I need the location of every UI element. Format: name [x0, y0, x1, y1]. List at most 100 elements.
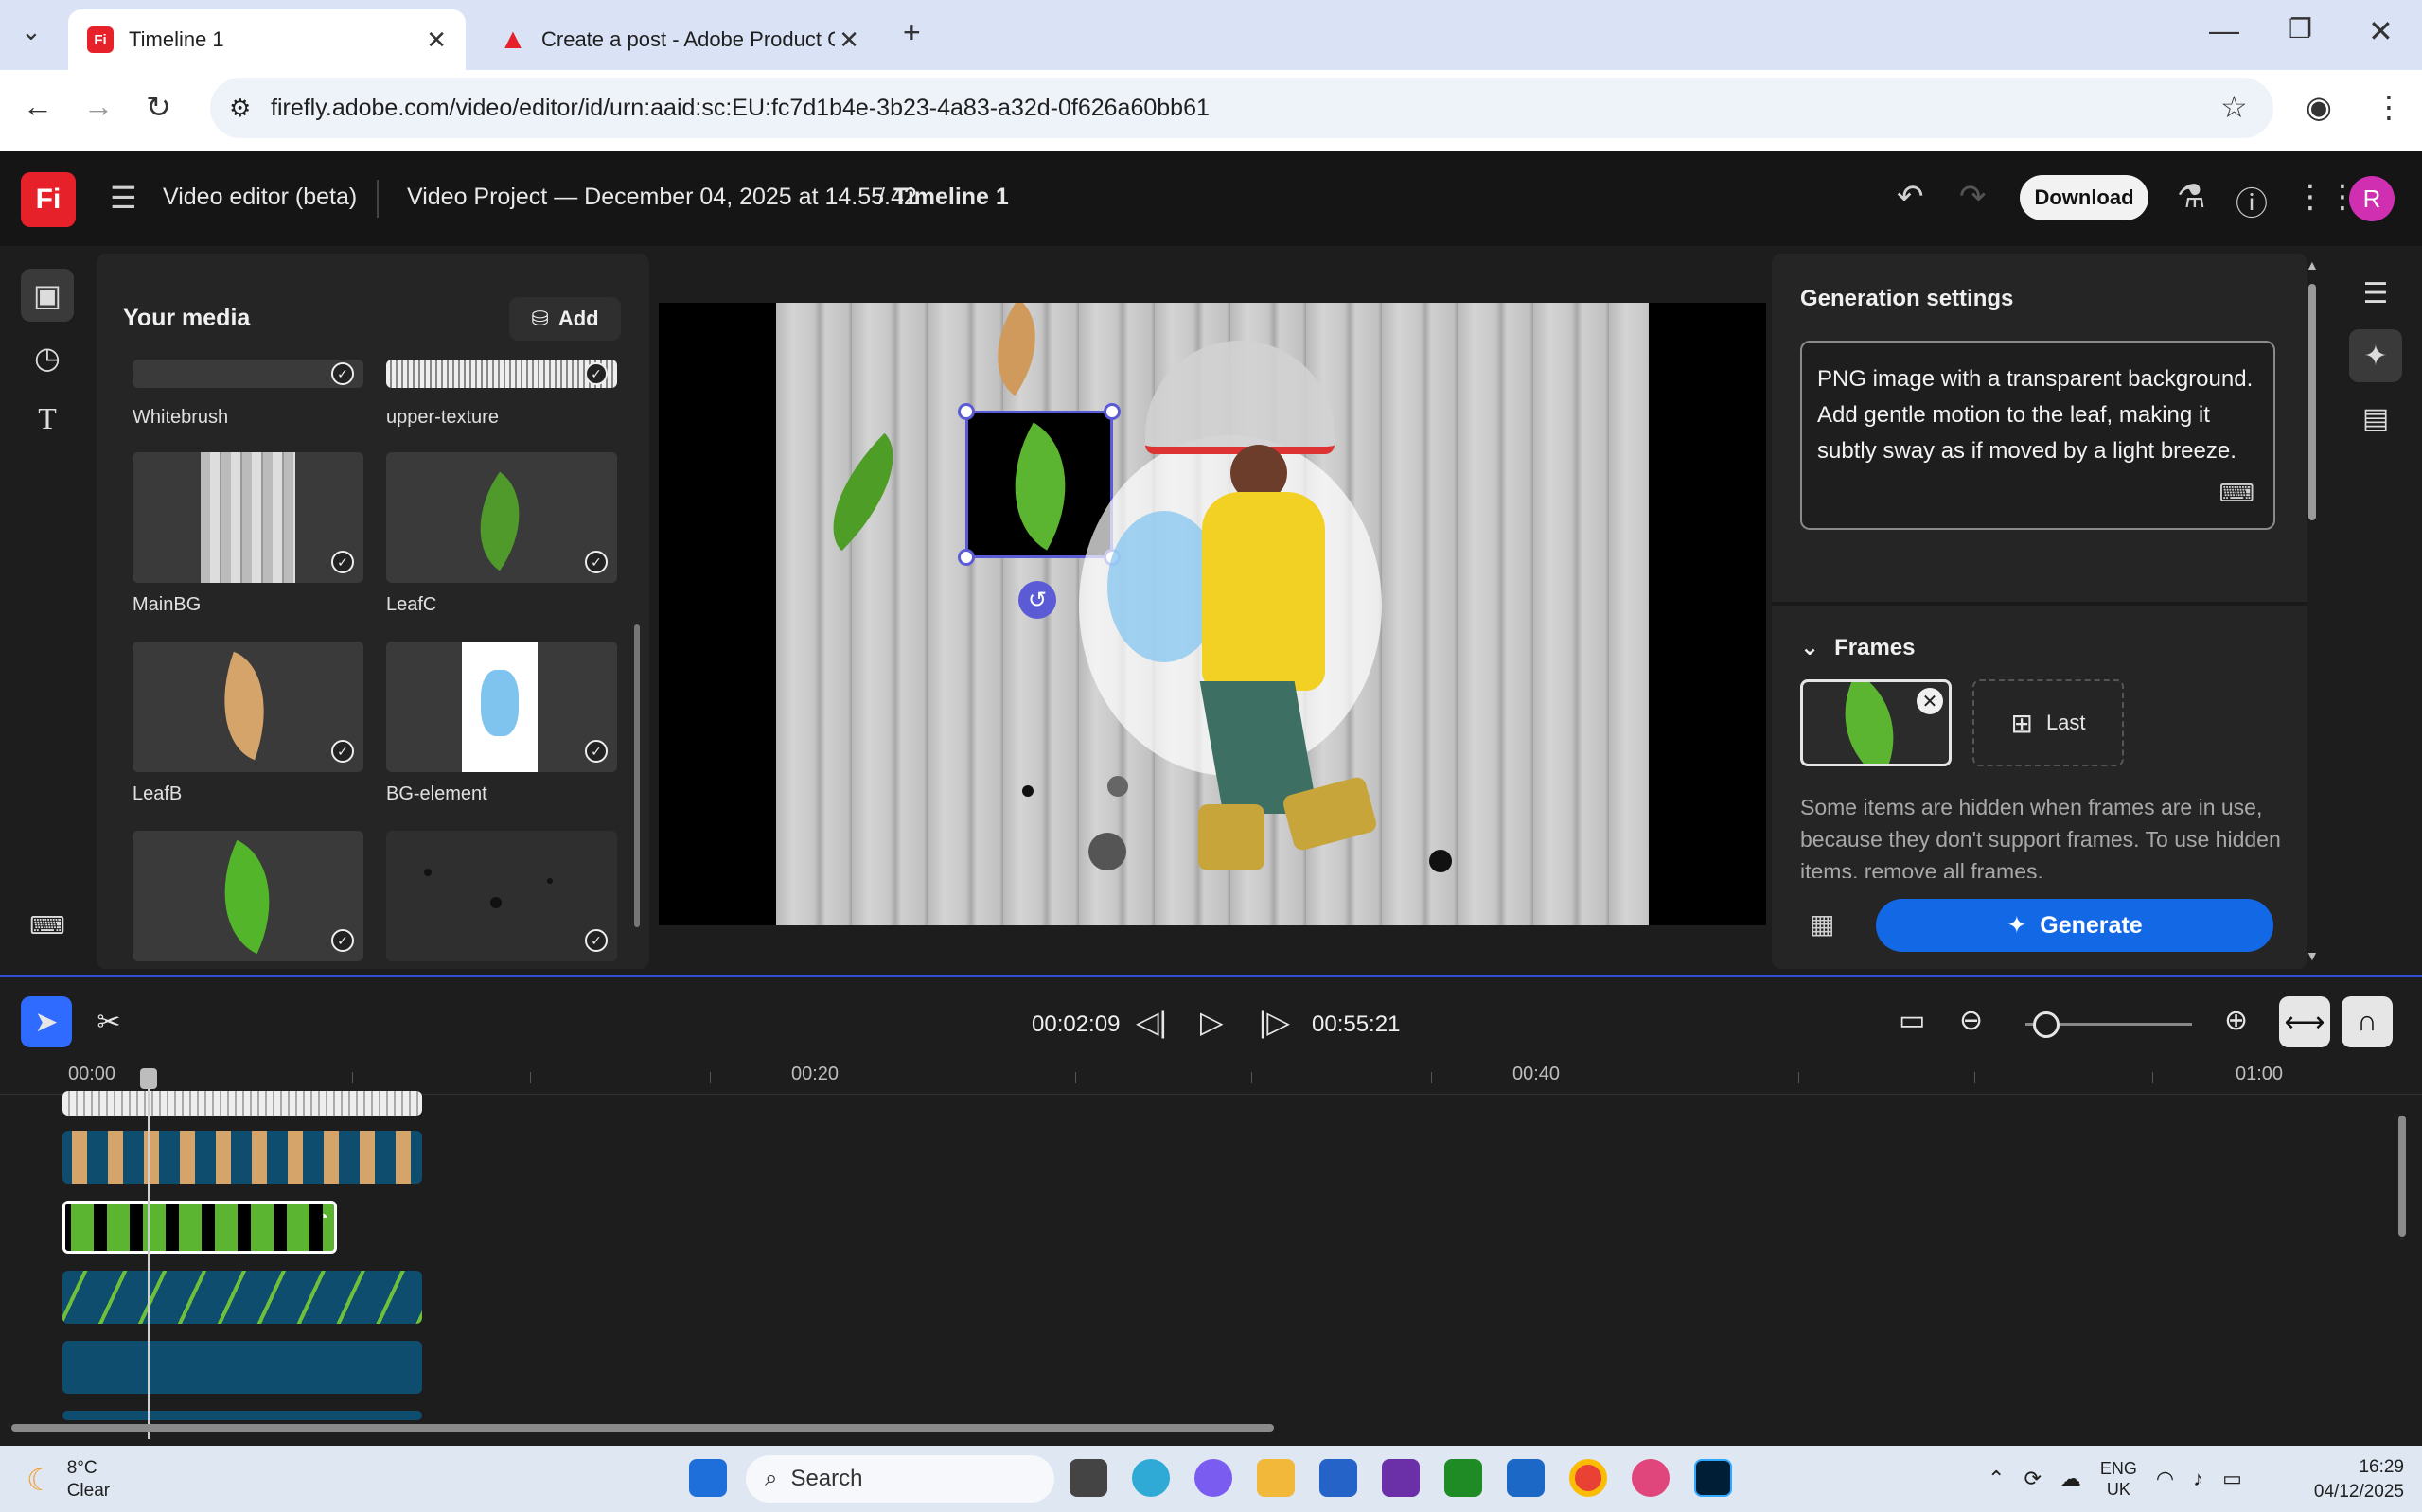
preview-canvas[interactable]: ↺	[659, 303, 1766, 925]
select-tool-icon[interactable]: ➤	[21, 996, 72, 1047]
frames-section-header[interactable]: ⌄ Frames	[1800, 634, 1916, 661]
rotate-handle-icon[interactable]: ↺	[1018, 581, 1056, 619]
media-scrollbar[interactable]	[634, 624, 640, 927]
play-icon[interactable]: ▷	[1200, 1004, 1224, 1040]
podcast-app-icon[interactable]	[1382, 1459, 1420, 1497]
reload-icon[interactable]: ↻	[146, 89, 171, 125]
sync-icon[interactable]: ⟳	[2024, 1467, 2041, 1491]
media-thumb-mainbg[interactable]: ✓	[133, 452, 363, 583]
taskbar-search[interactable]: ⌕ Search	[746, 1455, 1054, 1503]
captions-icon[interactable]: ▭	[1899, 1004, 1925, 1037]
clip-bg-element[interactable]	[62, 1341, 422, 1394]
undo-icon[interactable]: ↶	[1897, 178, 1924, 216]
store-icon[interactable]	[1319, 1459, 1357, 1497]
media-thumb-whitebrush[interactable]: ✓	[133, 360, 363, 388]
outlook-icon[interactable]	[1507, 1459, 1545, 1497]
tray-overflow-icon[interactable]: ⌃	[1988, 1467, 2005, 1491]
language-indicator[interactable]: ENG UK	[2100, 1458, 2137, 1500]
restore-icon[interactable]: ❐	[2289, 13, 2312, 44]
xbox-icon[interactable]	[1444, 1459, 1482, 1497]
generation-scrollbar[interactable]: ▲ ▼	[2306, 257, 2319, 969]
audio-panel-icon[interactable]: ▤	[2349, 392, 2402, 445]
keyboard-shortcuts-icon[interactable]: ⌨	[21, 899, 74, 952]
scroll-up-icon[interactable]: ▲	[2306, 257, 2319, 273]
clip-green-leaf[interactable]	[62, 1271, 422, 1324]
media-thumb-ink-dots[interactable]: ✓	[386, 831, 617, 961]
wifi-icon[interactable]: ◠	[2156, 1467, 2174, 1491]
close-tab-icon[interactable]: ✕	[426, 26, 447, 55]
close-window-icon[interactable]: ✕	[2368, 13, 2394, 49]
zoom-slider-knob[interactable]	[2033, 1011, 2060, 1038]
brown-leaf-element[interactable]	[971, 303, 1062, 396]
tab-create-post[interactable]: ▲ Create a post - Adobe Product Cor ✕	[481, 9, 878, 70]
media-thumb-leafb[interactable]: ✓	[133, 642, 363, 772]
battery-icon[interactable]: ▭	[2222, 1467, 2242, 1491]
media-thumb-bg-element[interactable]: ✓	[386, 642, 617, 772]
prompt-input[interactable]: PNG image with a transparent background.…	[1800, 341, 2275, 530]
girl-with-umbrella-figure[interactable]	[1079, 341, 1382, 870]
volume-icon[interactable]: ♪	[2193, 1467, 2203, 1491]
tab-timeline[interactable]: Fi Timeline 1 ✕	[68, 9, 466, 70]
clip-main-bg[interactable]	[62, 1411, 422, 1420]
bookmark-star-icon[interactable]: ☆	[2220, 89, 2248, 125]
scroll-thumb[interactable]	[2308, 284, 2316, 520]
remove-frame-icon[interactable]: ✕	[1917, 688, 1943, 714]
green-leaf-element[interactable]	[804, 432, 923, 552]
redo-icon[interactable]: ↷	[1959, 178, 1987, 216]
stage-image[interactable]: ↺	[776, 303, 1649, 925]
generate-video-icon[interactable]: ✦	[2349, 329, 2402, 382]
windows-start-icon[interactable]	[689, 1459, 727, 1497]
cloud-icon[interactable]: ☁	[2060, 1467, 2081, 1491]
cut-tool-icon[interactable]: ✂	[83, 996, 134, 1047]
media-thumb-leaf-green[interactable]: ✓	[133, 831, 363, 961]
timeline-title[interactable]: Timeline 1	[893, 184, 1009, 211]
magnet-icon[interactable]: ∩	[2342, 996, 2393, 1047]
timeline-horizontal-scrollbar[interactable]	[11, 1424, 1274, 1432]
clip-upper-texture[interactable]	[62, 1091, 422, 1116]
project-title[interactable]: Video Project — December 04, 2025 at 14.…	[407, 184, 917, 211]
chrome-icon[interactable]	[1569, 1459, 1607, 1497]
avatar[interactable]: R	[2349, 176, 2395, 221]
task-view-icon[interactable]	[1070, 1459, 1107, 1497]
browser-menu-icon[interactable]: ⋮	[2374, 89, 2404, 125]
clip-brown-leaf[interactable]	[62, 1131, 422, 1184]
forward-icon[interactable]: →	[83, 89, 114, 124]
resize-handle-bottom-left[interactable]	[958, 549, 975, 566]
generate-button[interactable]: ✦ Generate	[1876, 899, 2273, 952]
text-tool-icon[interactable]: T	[21, 392, 74, 445]
first-frame-slot[interactable]: ✕	[1800, 679, 1952, 766]
close-tab-icon[interactable]: ✕	[839, 26, 859, 55]
url-field[interactable]: ⚙ firefly.adobe.com/video/editor/id/urn:…	[210, 78, 2273, 138]
last-frame-slot[interactable]: ⊞ Last	[1972, 679, 2124, 766]
edge-icon[interactable]	[1132, 1459, 1170, 1497]
profile-icon[interactable]: ◉	[2306, 89, 2332, 125]
resize-handle-top-left[interactable]	[958, 403, 975, 420]
media-thumb-upper-texture[interactable]: ✓	[386, 360, 617, 388]
prompt-enhance-icon[interactable]: ⌨	[2219, 475, 2254, 511]
firefly-logo[interactable]: Fi	[21, 172, 76, 227]
help-icon[interactable]: ⓘ	[2236, 178, 2268, 224]
add-media-button[interactable]: ⛁ Add	[509, 297, 621, 341]
step-forward-icon[interactable]: |▷	[1259, 1004, 1290, 1040]
labs-flask-icon[interactable]: ⚗	[2177, 178, 2205, 216]
copilot-icon[interactable]	[1194, 1459, 1232, 1497]
photoshop-icon[interactable]	[1694, 1459, 1732, 1497]
creative-cloud-icon[interactable]	[1632, 1459, 1670, 1497]
tab-list-chevron-icon[interactable]: ⌄	[21, 17, 42, 46]
media-library-icon[interactable]: ▣	[21, 269, 74, 322]
minimize-icon[interactable]: —	[2209, 13, 2239, 48]
file-explorer-icon[interactable]	[1257, 1459, 1295, 1497]
clip-selected-leaf[interactable]: ◔	[62, 1201, 337, 1254]
scroll-down-icon[interactable]: ▼	[2306, 948, 2319, 963]
download-button[interactable]: Download	[2020, 175, 2148, 220]
snap-icon[interactable]: ⟷	[2279, 996, 2330, 1047]
system-clock[interactable]: 16:29 04/12/2025	[2290, 1455, 2404, 1504]
weather-widget[interactable]: ☾ 8°C Clear	[27, 1457, 110, 1503]
zoom-in-icon[interactable]: ⊕	[2224, 1004, 2248, 1037]
new-tab-icon[interactable]: +	[903, 15, 921, 50]
timeline-vertical-scrollbar[interactable]	[2398, 1116, 2406, 1237]
timeline-ruler[interactable]	[0, 1061, 2422, 1095]
adjustments-sliders-icon[interactable]: ☰	[2349, 267, 2402, 320]
zoom-out-icon[interactable]: ⊖	[1959, 1004, 1983, 1037]
step-back-icon[interactable]: ◁|	[1136, 1004, 1167, 1040]
